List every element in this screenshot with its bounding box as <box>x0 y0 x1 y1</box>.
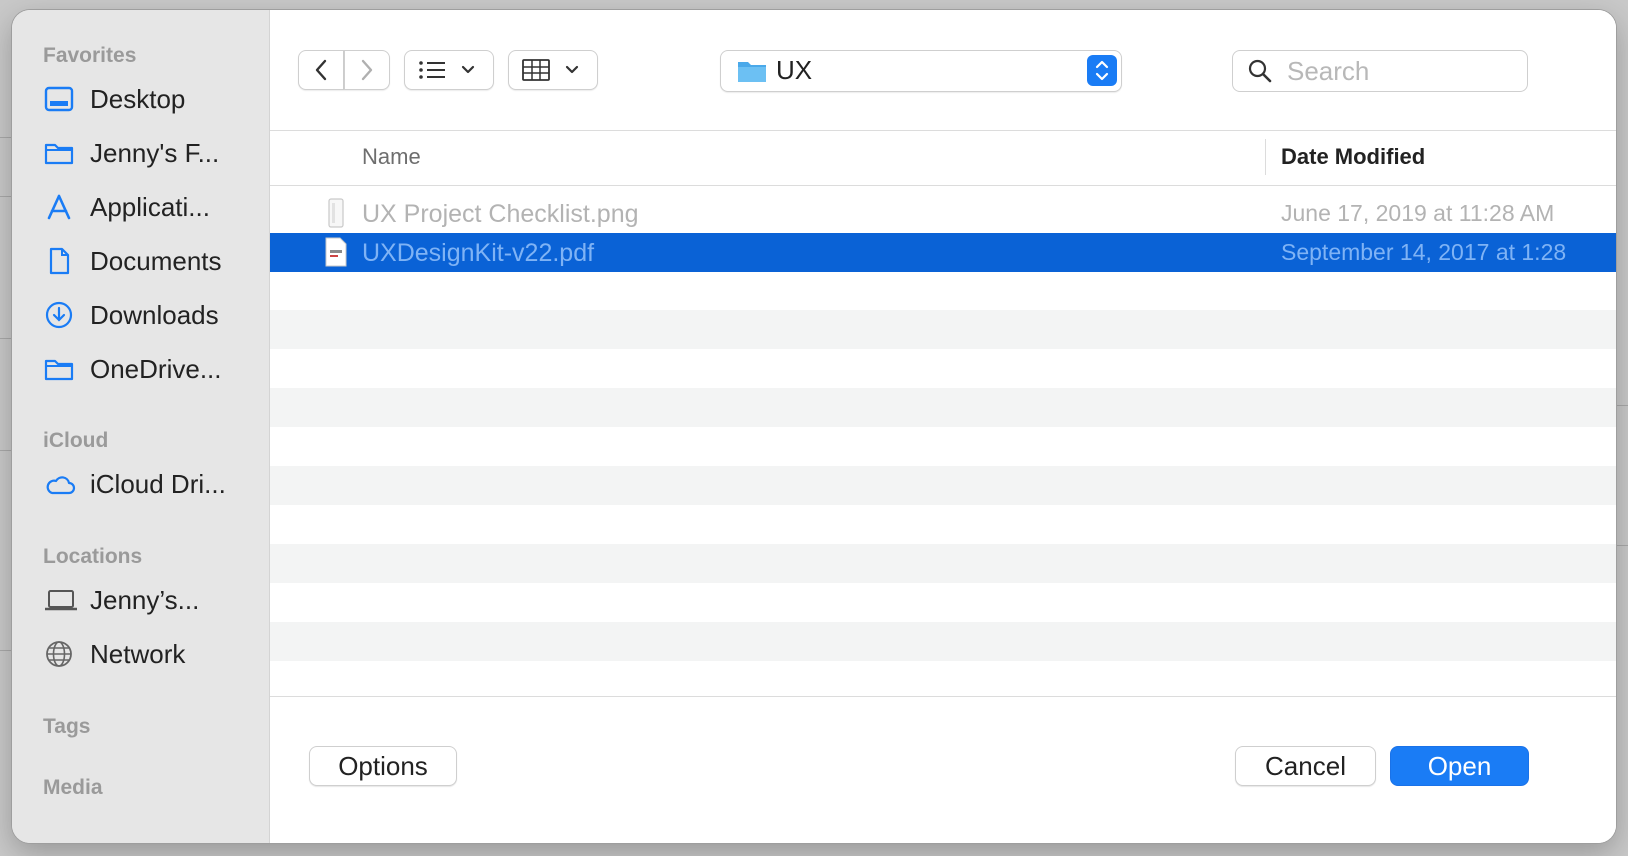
popup-stepper[interactable] <box>1087 55 1117 86</box>
cloud-icon <box>44 468 80 500</box>
row-stripe <box>270 388 1616 427</box>
sidebar-item-label: Network <box>90 638 186 669</box>
applications-icon <box>44 191 80 223</box>
section-locations-title: Locations <box>43 545 143 568</box>
view-list-button[interactable] <box>404 50 494 90</box>
image-file-icon <box>325 198 347 228</box>
sidebar-item-jennys-computer[interactable]: Jenny’s... <box>44 580 259 620</box>
folder-icon <box>44 353 80 385</box>
chevron-right-icon <box>361 59 373 81</box>
globe-icon <box>44 638 80 670</box>
sidebar: Favorites Desktop Jenny's F... Applicati… <box>12 10 270 843</box>
current-folder-label: UX <box>776 55 813 85</box>
sidebar-item-label: Desktop <box>90 83 186 114</box>
pdf-file-icon <box>325 237 347 267</box>
column-divider[interactable] <box>1265 139 1266 175</box>
background-divider <box>1614 545 1628 546</box>
up-down-chevron-icon <box>1095 60 1109 81</box>
file-browser: UX Name Date Modified <box>270 10 1616 843</box>
section-favorites-title: Favorites <box>43 44 137 67</box>
column-date-header[interactable]: Date Modified <box>1281 144 1425 170</box>
row-stripe <box>270 466 1616 505</box>
open-file-dialog: Favorites Desktop Jenny's F... Applicati… <box>12 10 1616 843</box>
open-button[interactable]: Open <box>1390 746 1529 786</box>
desktop-icon <box>44 83 80 115</box>
folder-icon <box>738 62 766 82</box>
section-media-title[interactable]: Media <box>43 776 103 800</box>
options-button[interactable]: Options <box>309 746 457 786</box>
sidebar-item-network[interactable]: Network <box>44 634 259 674</box>
sidebar-item-label: iCloud Dri... <box>90 468 226 499</box>
file-list: UX Project Checklist.png June 17, 2019 a… <box>270 193 1616 696</box>
folder-icon <box>44 137 80 169</box>
sidebar-item-applications[interactable]: Applicati... <box>44 187 259 227</box>
table-row[interactable]: UXDesignKit-v22.pdf September 14, 2017 a… <box>270 233 1616 272</box>
location-popup[interactable]: UX <box>720 50 1122 92</box>
document-icon <box>44 245 80 277</box>
section-icloud-title: iCloud <box>43 429 109 452</box>
search-icon <box>1248 59 1272 83</box>
sidebar-item-jennys-folder[interactable]: Jenny's F... <box>44 133 259 173</box>
sidebar-item-label: Documents <box>90 245 222 276</box>
sidebar-item-documents[interactable]: Documents <box>44 241 259 281</box>
file-date: June 17, 2019 at 11:28 AM <box>1281 200 1555 226</box>
list-view-icon <box>419 61 475 79</box>
chevron-left-icon <box>315 59 327 81</box>
laptop-icon <box>44 584 80 616</box>
background-divider <box>1614 405 1628 406</box>
section-tags-title[interactable]: Tags <box>43 715 90 739</box>
sidebar-item-label: OneDrive... <box>90 353 222 384</box>
cancel-button[interactable]: Cancel <box>1235 746 1376 786</box>
sidebar-item-desktop[interactable]: Desktop <box>44 79 259 119</box>
sidebar-item-downloads[interactable]: Downloads <box>44 295 259 335</box>
file-name: UXDesignKit-v22.pdf <box>362 239 595 267</box>
sidebar-item-onedrive[interactable]: OneDrive... <box>44 349 259 389</box>
sidebar-item-label: Applicati... <box>90 191 210 222</box>
sidebar-item-label: Downloads <box>90 299 219 330</box>
sidebar-item-label: Jenny's F... <box>90 137 220 168</box>
file-name: UX Project Checklist.png <box>362 200 639 228</box>
row-stripe <box>270 622 1616 661</box>
file-date: September 14, 2017 at 1:28 <box>1281 239 1567 265</box>
back-button[interactable] <box>298 50 344 90</box>
column-name-header[interactable]: Name <box>362 144 421 170</box>
sidebar-item-icloud-drive[interactable]: iCloud Dri... <box>44 464 259 504</box>
column-header: Name Date Modified <box>270 130 1616 186</box>
forward-button[interactable] <box>344 50 390 90</box>
view-group-button[interactable] <box>508 50 598 90</box>
toolbar: UX <box>270 10 1616 130</box>
row-stripe <box>270 544 1616 583</box>
downloads-icon <box>44 299 80 331</box>
row-stripe <box>270 310 1616 349</box>
table-row[interactable]: UX Project Checklist.png June 17, 2019 a… <box>270 194 1616 233</box>
dialog-footer: Options Cancel Open <box>270 696 1616 843</box>
grid-view-icon <box>522 59 579 81</box>
search-input[interactable] <box>1285 55 1519 87</box>
search-field[interactable] <box>1232 50 1528 92</box>
sidebar-item-label: Jenny’s... <box>90 584 200 615</box>
